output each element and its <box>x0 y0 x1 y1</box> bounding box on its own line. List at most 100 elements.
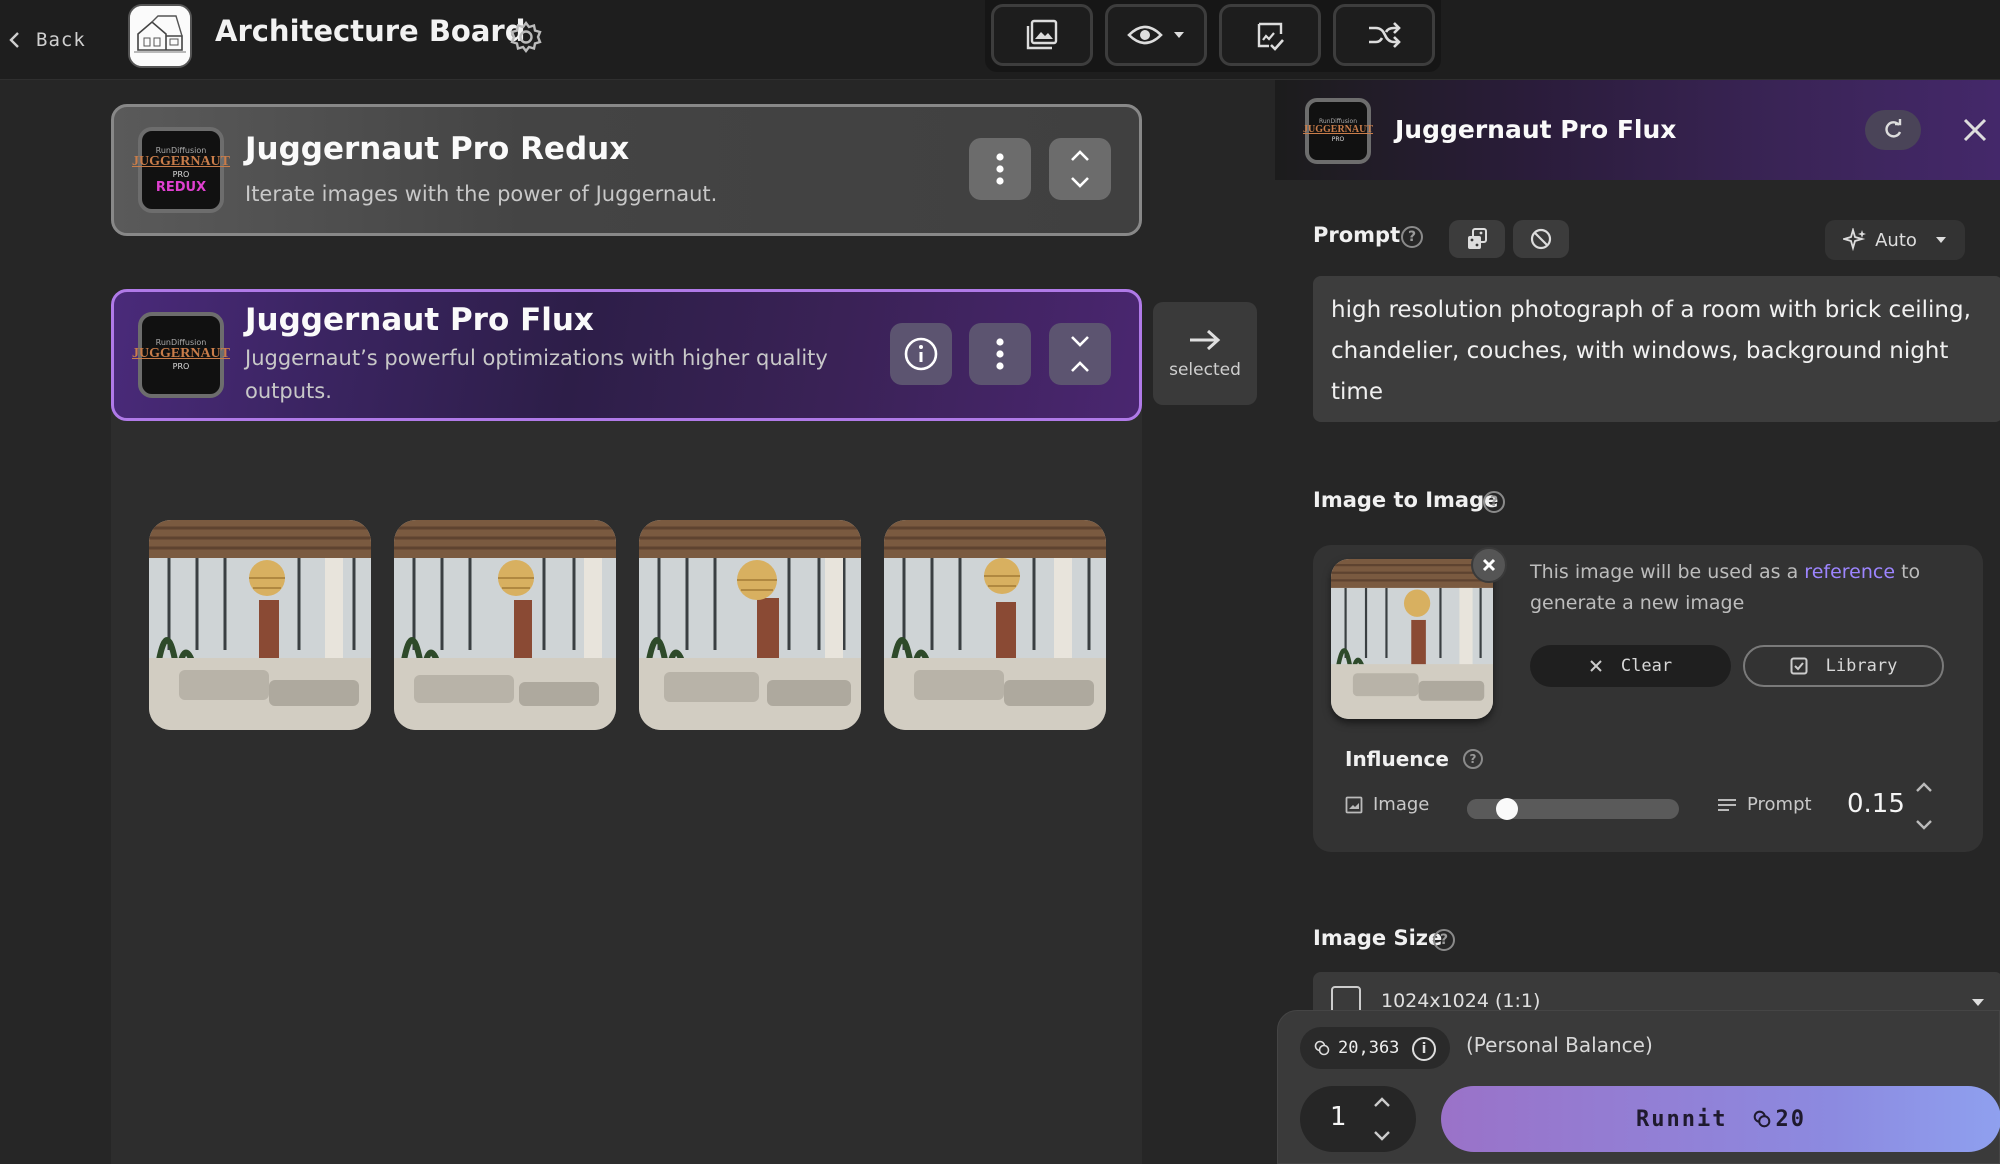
help-icon[interactable]: ? <box>1433 929 1455 951</box>
board-settings-button[interactable] <box>506 17 546 57</box>
prompt-textarea[interactable]: high resolution photograph of a room wit… <box>1313 276 2000 422</box>
influence-value[interactable]: 0.15 <box>1847 789 1905 819</box>
tool-card-flux[interactable]: RunDiffusion JUGGERNAUT PRO Juggernaut P… <box>111 289 1142 421</box>
influence-stepper[interactable] <box>1909 781 1939 831</box>
image-to-image-label: Image to Image <box>1313 488 1499 512</box>
selected-label: selected <box>1169 359 1241 380</box>
back-label: Back <box>36 29 86 51</box>
random-prompt-button[interactable] <box>1449 220 1505 258</box>
visibility-dropdown[interactable] <box>1105 4 1207 66</box>
influence-label: Influence <box>1345 747 1449 771</box>
coin-icon <box>1754 1110 1771 1128</box>
balance-value: 20,363 <box>1338 1038 1400 1058</box>
logo-text: JUGGERNAUT <box>132 153 231 169</box>
room-photo <box>1331 559 1493 719</box>
vertical-dots-icon <box>996 338 1004 370</box>
quantity-value: 1 <box>1330 1102 1347 1132</box>
prompt-label: Prompt <box>1313 223 1401 247</box>
help-icon[interactable]: ? <box>1463 749 1483 769</box>
chevron-up-icon[interactable] <box>1915 781 1933 793</box>
panel-title: Juggernaut Pro Flux <box>1395 115 1677 144</box>
influence-slider[interactable] <box>1467 798 1679 820</box>
review-button[interactable] <box>1219 4 1321 66</box>
library-label: Library <box>1825 656 1898 676</box>
expand-button[interactable] <box>1049 138 1111 200</box>
influence-image-end: Image <box>1345 794 1429 815</box>
influence-image-label: Image <box>1373 794 1430 815</box>
tool-description: Iterate images with the power of Juggern… <box>245 182 718 206</box>
gear-icon <box>510 21 542 53</box>
run-cost-value: 20 <box>1775 1106 1806 1132</box>
board-thumbnail[interactable] <box>128 4 192 68</box>
chevron-down-icon[interactable] <box>1373 1130 1391 1142</box>
close-icon <box>1590 660 1602 672</box>
caret-down-icon <box>1174 32 1184 38</box>
reference-image[interactable] <box>1331 559 1493 719</box>
checkbox-icon <box>1790 657 1808 675</box>
eye-icon <box>1127 25 1163 45</box>
prohibited-icon <box>1530 228 1552 250</box>
generated-image[interactable] <box>149 520 371 730</box>
arrow-right-icon <box>1190 329 1221 350</box>
tool-logo: RunDiffusion JUGGERNAUT PRO <box>1303 98 1373 164</box>
reference-description: This image will be used as a reference t… <box>1530 557 1960 619</box>
help-icon[interactable]: ? <box>1401 226 1423 248</box>
gallery-button[interactable] <box>991 4 1093 66</box>
generated-image[interactable] <box>884 520 1106 730</box>
tool-settings-panel: RunDiffusion JUGGERNAUT PRO Juggernaut P… <box>1275 80 2000 1164</box>
tool-title: Juggernaut Pro Flux <box>245 302 594 338</box>
quantity-stepper[interactable]: 1 <box>1300 1086 1416 1152</box>
caret-down-icon <box>1972 999 1984 1006</box>
panel-header: RunDiffusion JUGGERNAUT PRO Juggernaut P… <box>1275 80 2000 180</box>
clear-image-button[interactable]: Clear <box>1530 645 1731 687</box>
tool-logo: RunDiffusion JUGGERNAUT PRO <box>132 312 230 398</box>
influence-slider-thumb[interactable] <box>1496 798 1518 820</box>
room-photo <box>884 520 1106 730</box>
reset-button[interactable] <box>1865 110 1921 150</box>
generated-image[interactable] <box>639 520 861 730</box>
collapse-chevrons-icon <box>1071 336 1089 372</box>
generated-image[interactable] <box>394 520 616 730</box>
prompt-mode-dropdown[interactable]: Auto <box>1825 220 1965 260</box>
auto-label: Auto <box>1875 229 1917 251</box>
app-root: Back Architecture Board RunDiffusion JUG… <box>0 0 2000 1164</box>
help-icon[interactable]: ? <box>1483 491 1505 513</box>
runnit-label: Runnit <box>1636 1106 1728 1132</box>
collapse-button[interactable] <box>1049 323 1111 385</box>
room-photo <box>149 520 371 730</box>
coin-icon <box>1314 1040 1330 1056</box>
run-cost: 20 <box>1753 1107 1806 1132</box>
quantity-arrows <box>1368 1096 1396 1142</box>
selected-indicator[interactable]: selected <box>1153 302 1257 405</box>
info-button[interactable] <box>890 323 952 385</box>
image-size-value: 1024x1024 (1:1) <box>1381 990 1541 1012</box>
tool-logo: RunDiffusion JUGGERNAUT PRO REDUX <box>132 127 230 213</box>
gallery-icon <box>1026 19 1058 50</box>
reference-link[interactable]: reference <box>1804 561 1895 583</box>
tool-card-redux[interactable]: RunDiffusion JUGGERNAUT PRO REDUX Jugger… <box>111 104 1142 236</box>
vertical-dots-icon <box>996 153 1004 185</box>
caret-down-icon <box>1935 237 1946 243</box>
negative-prompt-button[interactable] <box>1513 220 1569 258</box>
logo-badge: REDUX <box>155 179 207 195</box>
chevron-up-icon[interactable] <box>1373 1096 1391 1108</box>
info-icon[interactable]: i <box>1412 1037 1436 1061</box>
more-options-button[interactable] <box>969 323 1031 385</box>
room-photo <box>394 520 616 730</box>
influence-prompt-label: Prompt <box>1747 794 1812 815</box>
shuffle-button[interactable] <box>1333 4 1435 66</box>
chevron-down-icon[interactable] <box>1915 819 1933 831</box>
board-title: Architecture Board <box>215 14 526 48</box>
close-button[interactable] <box>1955 110 1995 150</box>
runnit-button[interactable]: Runnit 20 <box>1441 1086 2000 1152</box>
remove-image-button[interactable] <box>1471 547 1507 583</box>
run-bar: 20,363 i (Personal Balance) 1 Runnit 20 <box>1277 1010 2000 1164</box>
refresh-icon <box>1885 119 1902 138</box>
image-size-label: Image Size <box>1313 926 1443 950</box>
library-button[interactable]: Library <box>1743 645 1944 687</box>
close-icon <box>1482 558 1496 572</box>
influence-prompt-end: Prompt <box>1717 794 1812 815</box>
more-options-button[interactable] <box>969 138 1031 200</box>
back-button[interactable]: Back <box>8 20 86 60</box>
tool-title: Juggernaut Pro Redux <box>245 131 630 167</box>
